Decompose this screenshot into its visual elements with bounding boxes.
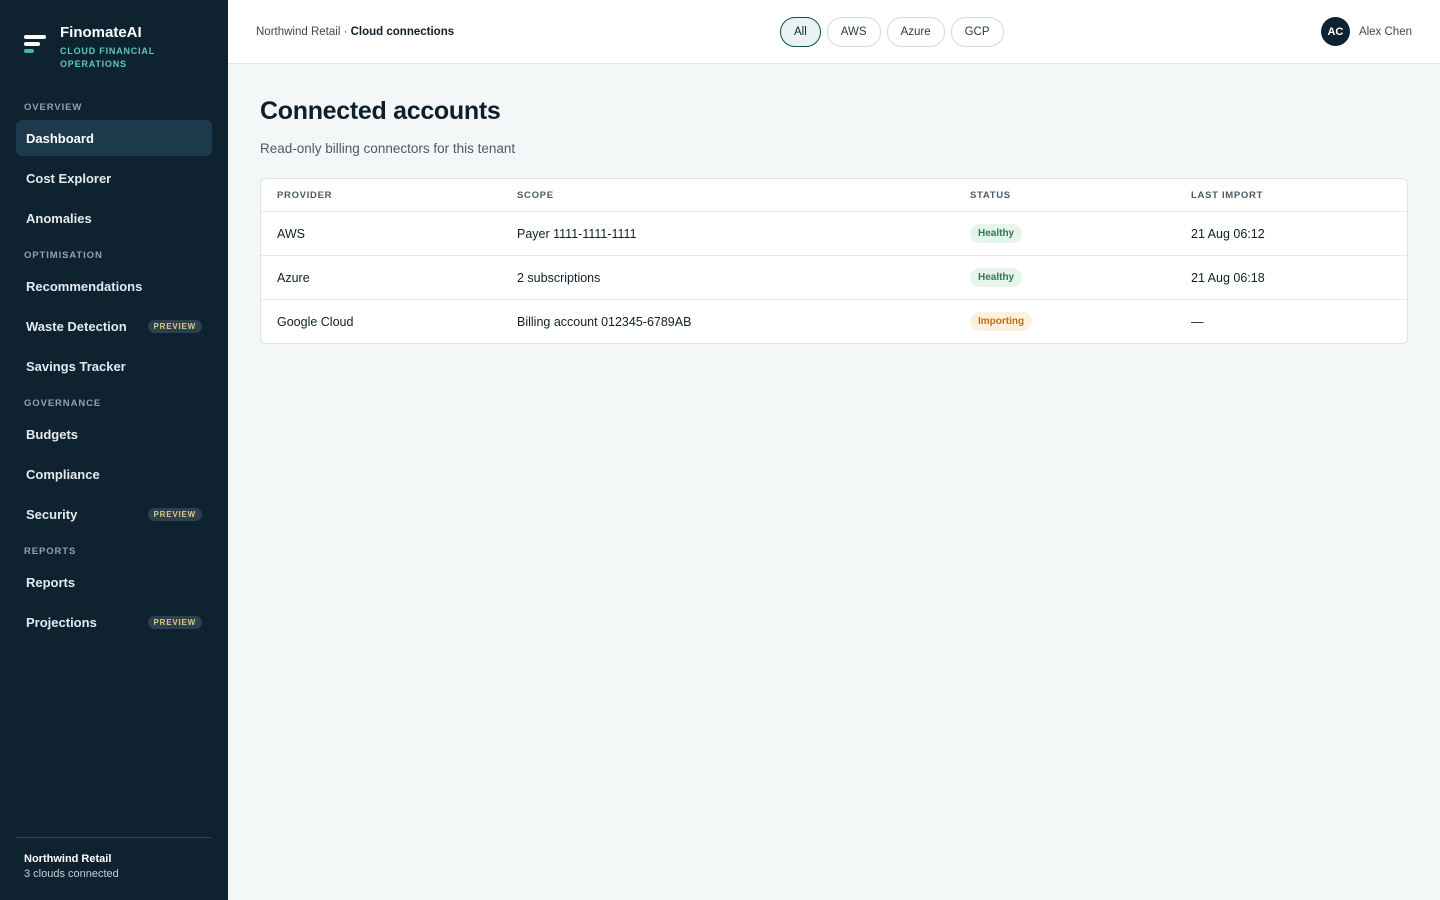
provider-cell: Azure	[277, 270, 310, 285]
sidebar-item-label: Cost Explorer	[26, 170, 112, 186]
status-badge: Importing	[970, 312, 1033, 331]
status-badge: Healthy	[970, 224, 1023, 243]
provider-filter-group: All AWS Azure GCP	[780, 17, 1004, 47]
breadcrumb-parent[interactable]: Northwind Retail	[256, 26, 340, 38]
status-badge: Healthy	[970, 268, 1023, 287]
filter-azure[interactable]: Azure	[886, 17, 945, 47]
table-row[interactable]: Azure 2 subscriptions Healthy 21 Aug 06:18	[261, 255, 1407, 299]
tenant-footer[interactable]: Northwind Retail 3 clouds connected	[16, 837, 212, 900]
sidebar-item-label: Dashboard	[26, 130, 94, 146]
scope-cell: 2 subscriptions	[517, 270, 601, 285]
top-bar: Northwind Retail · Cloud connections All…	[228, 0, 1440, 64]
column-header-last-import: LAST IMPORT	[1191, 189, 1264, 201]
avatar[interactable]: AC	[1320, 17, 1350, 46]
sidebar-item-label: Security	[26, 506, 78, 522]
scope-cell: Payer 1111-1111-1111	[517, 226, 637, 241]
provider-cell: AWS	[277, 226, 306, 241]
preview-badge: PREVIEW	[147, 507, 202, 521]
page-content: Connected accounts Read-only billing con…	[228, 64, 1440, 344]
sidebar-item-anomalies[interactable]: Anomalies	[16, 200, 212, 236]
sidebar-item-label: Recommendations	[26, 278, 143, 294]
sidebar-item-label: Waste Detection	[26, 318, 127, 334]
status-cell: Importing	[954, 312, 1175, 331]
page-title: Connected accounts	[260, 97, 501, 125]
sidebar-item-savings-tracker[interactable]: Savings Tracker	[16, 348, 212, 384]
accounts-table: PROVIDER SCOPE STATUS LAST IMPORT AWS Pay…	[260, 178, 1408, 344]
filter-all[interactable]: All	[780, 17, 821, 47]
sidebar-item-label: Budgets	[26, 426, 78, 442]
brand-text: FinomateAI CLOUD FINANCIAL OPERATIONS	[60, 24, 160, 71]
filter-gcp[interactable]: GCP	[950, 17, 1004, 47]
table-header: PROVIDER SCOPE STATUS LAST IMPORT	[261, 179, 1407, 211]
finomate-logo-icon	[24, 35, 48, 59]
sidebar-item-budgets[interactable]: Budgets	[16, 416, 212, 452]
nav-section-governance: GOVERNANCE	[24, 398, 102, 409]
nav-section-optimisation: OPTIMISATION	[24, 250, 103, 261]
sidebar-item-waste-detection[interactable]: Waste Detection PREVIEW	[16, 308, 212, 344]
sidebar-item-recommendations[interactable]: Recommendations	[16, 268, 212, 304]
last-import-cell: —	[1191, 314, 1204, 329]
page-subtitle: Read-only billing connectors for this te…	[260, 141, 516, 156]
status-cell: Healthy	[954, 224, 1175, 243]
breadcrumb-current: Cloud connections	[350, 25, 455, 38]
sidebar-item-security[interactable]: Security PREVIEW	[16, 496, 212, 532]
sidebar: FinomateAI CLOUD FINANCIAL OPERATIONS OV…	[0, 0, 228, 900]
column-header-provider: PROVIDER	[277, 189, 333, 201]
last-import-cell: 21 Aug 06:12	[1191, 226, 1265, 241]
status-cell: Healthy	[954, 268, 1175, 287]
brand-tagline: CLOUD FINANCIAL OPERATIONS	[60, 46, 155, 69]
table-body: AWS Payer 1111-1111-1111 Healthy 21 Aug 06:…	[261, 211, 1407, 343]
sidebar-item-compliance[interactable]: Compliance	[16, 456, 212, 492]
sidebar-item-reports[interactable]: Reports	[16, 564, 212, 600]
last-import-cell: 21 Aug 06:18	[1191, 270, 1265, 285]
brand[interactable]: FinomateAI CLOUD FINANCIAL OPERATIONS	[16, 0, 212, 96]
breadcrumb: Northwind Retail · Cloud connections	[256, 26, 454, 38]
user-name[interactable]: Alex Chen	[1359, 26, 1412, 38]
breadcrumb-separator: ·	[340, 25, 351, 38]
preview-badge: PREVIEW	[147, 615, 202, 629]
scope-cell: Billing account 012345-6789AB	[517, 314, 692, 329]
footer-tenant-name: Northwind Retail	[24, 853, 112, 865]
table-row[interactable]: AWS Payer 1111-1111-1111 Healthy 21 Aug 06:…	[261, 211, 1407, 255]
column-header-status: STATUS	[970, 189, 1011, 201]
sidebar-item-label: Anomalies	[26, 210, 92, 226]
nav-section-reports: REPORTS	[24, 546, 77, 557]
brand-name: FinomateAI	[60, 24, 142, 41]
sidebar-item-label: Projections	[26, 614, 97, 630]
preview-badge: PREVIEW	[147, 319, 202, 333]
filter-aws[interactable]: AWS	[826, 17, 881, 47]
sidebar-item-cost-explorer[interactable]: Cost Explorer	[16, 160, 212, 196]
sidebar-item-label: Reports	[26, 574, 76, 590]
main-area: Northwind Retail · Cloud connections All…	[228, 0, 1440, 900]
sidebar-item-dashboard[interactable]: Dashboard	[16, 120, 212, 156]
sidebar-item-projections[interactable]: Projections PREVIEW	[16, 604, 212, 640]
nav-section-overview: OVERVIEW	[24, 102, 83, 113]
sidebar-item-label: Savings Tracker	[26, 358, 126, 374]
user-menu[interactable]: AC Alex Chen	[1320, 17, 1412, 46]
provider-cell: Google Cloud	[277, 314, 354, 329]
sidebar-nav: OVERVIEW Dashboard Cost Explorer Anomalies O…	[16, 96, 212, 644]
sidebar-item-label: Compliance	[26, 466, 100, 482]
column-header-scope: SCOPE	[517, 189, 554, 201]
table-row[interactable]: Google Cloud Billing account 012345-6789A…	[261, 299, 1407, 343]
footer-connection-status: 3 clouds connected	[24, 868, 119, 880]
